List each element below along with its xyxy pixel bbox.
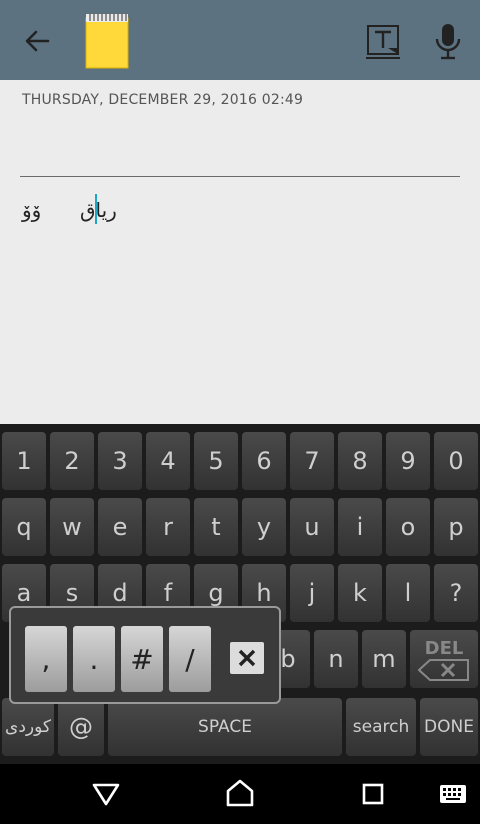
key-r[interactable]: r <box>146 498 190 556</box>
note-word-1: ۆۆ <box>22 198 42 222</box>
key-n[interactable]: n <box>314 630 358 688</box>
arrow-left-icon[interactable] <box>22 26 52 56</box>
keyboard-icon[interactable] <box>439 784 467 804</box>
note-body[interactable]: ۆۆ ریاق <box>22 194 117 224</box>
text-cursor <box>95 194 97 224</box>
key-u[interactable]: u <box>290 498 334 556</box>
key-3[interactable]: 3 <box>98 432 142 490</box>
key-t[interactable]: t <box>194 498 238 556</box>
nav-recents-icon[interactable] <box>362 783 384 805</box>
search-key[interactable]: search <box>346 698 416 756</box>
key-2[interactable]: 2 <box>50 432 94 490</box>
title-divider <box>20 176 460 177</box>
key-question[interactable]: ? <box>434 564 478 622</box>
key-i[interactable]: i <box>338 498 382 556</box>
popup-key-hash[interactable]: # <box>121 626 163 692</box>
key-1[interactable]: 1 <box>2 432 46 490</box>
key-5[interactable]: 5 <box>194 432 238 490</box>
yellow-note-icon <box>85 13 129 69</box>
popup-key-comma[interactable]: , <box>25 626 67 692</box>
key-y[interactable]: y <box>242 498 286 556</box>
done-key[interactable]: DONE <box>420 698 478 756</box>
key-m[interactable]: m <box>362 630 406 688</box>
close-icon[interactable] <box>230 642 264 674</box>
popup-key-period[interactable]: . <box>73 626 115 692</box>
microphone-icon[interactable] <box>434 22 462 60</box>
key-9[interactable]: 9 <box>386 432 430 490</box>
key-p[interactable]: p <box>434 498 478 556</box>
key-0[interactable]: 0 <box>434 432 478 490</box>
key-o[interactable]: o <box>386 498 430 556</box>
delete-key[interactable]: DEL <box>410 630 478 688</box>
key-q[interactable]: q <box>2 498 46 556</box>
soft-keyboard: 1 2 3 4 5 6 7 8 9 0 q w e r t y u i o p … <box>0 424 480 764</box>
note-date: THURSDAY, DECEMBER 29, 2016 02:49 <box>22 92 304 108</box>
text-format-icon[interactable] <box>366 24 402 60</box>
key-l[interactable]: l <box>386 564 430 622</box>
navigation-bar <box>0 764 480 824</box>
key-e[interactable]: e <box>98 498 142 556</box>
key-7[interactable]: 7 <box>290 432 334 490</box>
at-key[interactable]: @ <box>58 698 104 756</box>
key-k[interactable]: k <box>338 564 382 622</box>
note-word-2: ریاق <box>80 198 117 222</box>
key-6[interactable]: 6 <box>242 432 286 490</box>
key-8[interactable]: 8 <box>338 432 382 490</box>
nav-back-icon[interactable] <box>92 782 120 806</box>
backspace-icon <box>418 658 469 681</box>
app-bar <box>0 0 480 80</box>
key-j[interactable]: j <box>290 564 334 622</box>
space-key[interactable]: SPACE <box>108 698 342 756</box>
key-w[interactable]: w <box>50 498 94 556</box>
language-key[interactable]: کوردی <box>2 698 54 756</box>
popup-key-slash[interactable]: / <box>169 626 211 692</box>
key-4[interactable]: 4 <box>146 432 190 490</box>
symbols-popup: , . # / <box>9 606 281 704</box>
nav-home-icon[interactable] <box>225 778 255 808</box>
delete-key-label: DEL <box>424 637 464 659</box>
